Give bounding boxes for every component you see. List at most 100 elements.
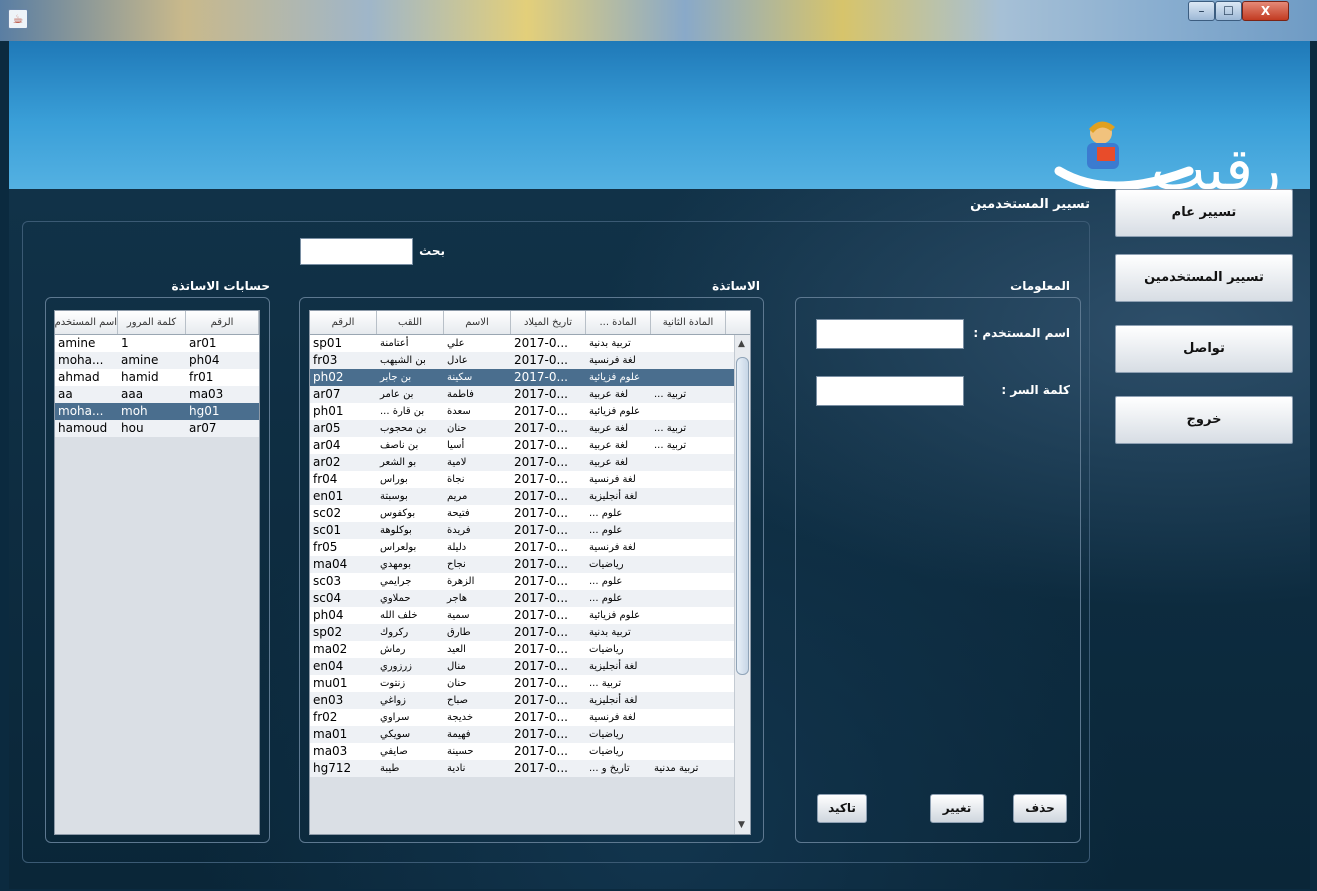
table-row[interactable]: sc04 حملاوي هاجر 2017-0... علوم ... — [310, 590, 734, 607]
app-header: رقيب — [9, 41, 1310, 203]
column-header[interactable]: المادة الثانية — [651, 311, 726, 334]
password-label: كلمة السر : — [1001, 383, 1070, 397]
table-row[interactable]: ar05 بن محجوب حنان 2017-0... لغة عربية تربية … — [310, 420, 734, 437]
table-row[interactable]: fr05 بولعراس دليلة 2017-0... لغة فرنسية — [310, 539, 734, 556]
column-header[interactable]: المادة ... — [586, 311, 651, 334]
table-row[interactable]: ma02 رماش العيد 2017-0... رياضيات — [310, 641, 734, 658]
nav-exit-button[interactable]: خروج — [1115, 396, 1293, 444]
table-cell: ph04 — [313, 608, 344, 622]
table-cell: علوم فزيائية — [589, 610, 641, 621]
table-row[interactable]: ma01 سويكي فهيمة 2017-0... رياضيات — [310, 726, 734, 743]
table-cell: sc01 — [313, 523, 342, 537]
table-cell: fr01 — [189, 370, 214, 384]
table-row[interactable]: sc02 بوكفوس فتيحة 2017-0... علوم ... — [310, 505, 734, 522]
table-row[interactable]: ph01 بن قارة ... سعدة 2017-0... علوم فزيائية — [310, 403, 734, 420]
nav-general-button[interactable]: تسيير عام — [1115, 189, 1293, 237]
change-button[interactable]: تغيير — [930, 794, 984, 823]
table-cell — [651, 658, 726, 675]
table-cell: تربية ... — [654, 389, 687, 400]
table-cell: لغة عربية — [589, 457, 629, 468]
accounts-table-body: amine 1 ar01 moha... amine ph04 ahmad hamid fr01… — [55, 335, 259, 437]
table-row[interactable]: en01 بوسبتة مريم 2017-0... لغة أنجليزية — [310, 488, 734, 505]
table-cell: زواغي — [380, 695, 407, 706]
table-row[interactable]: aa aaa ma03 — [55, 386, 259, 403]
nav-contact-button[interactable]: تواصل — [1115, 325, 1293, 373]
table-cell: 2017-0... — [514, 659, 568, 673]
table-cell — [651, 726, 726, 743]
teachers-table[interactable]: الرقم اللقب الاسم تاريخ الميلاد المادة ... ال… — [309, 310, 751, 835]
table-cell — [651, 675, 726, 692]
table-row[interactable]: ahmad hamid fr01 — [55, 369, 259, 386]
table-cell: hamoud — [58, 421, 108, 435]
password-field[interactable] — [816, 376, 964, 406]
column-header[interactable]: الاسم — [444, 311, 511, 334]
table-row[interactable]: sc03 جرايمي الزهرة 2017-0... علوم ... — [310, 573, 734, 590]
table-row[interactable]: ph04 خلف الله سمية 2017-0... علوم فزيائية — [310, 607, 734, 624]
column-header[interactable]: اسم المستخدم — [55, 311, 118, 334]
search-input[interactable] — [300, 238, 413, 265]
table-row[interactable]: ph02 بن جابر سكينة 2017-0... علوم فزيائية — [310, 369, 734, 386]
table-cell: ma03 — [313, 744, 348, 758]
info-panel-title: المعلومات — [1010, 279, 1070, 293]
column-header[interactable]: اللقب — [377, 311, 444, 334]
table-cell — [651, 522, 726, 539]
scroll-down-icon[interactable]: ▼ — [738, 820, 745, 830]
table-cell: حملاوي — [380, 593, 411, 604]
scroll-up-icon[interactable]: ▲ — [738, 339, 745, 349]
table-row[interactable]: fr02 سراوي خديجة 2017-0... لغة فرنسية — [310, 709, 734, 726]
table-row[interactable]: moha... amine ph04 — [55, 352, 259, 369]
table-cell: 2017-0... — [514, 642, 568, 656]
table-row[interactable]: en04 زرزوري منال 2017-0... لغة أنجليزية — [310, 658, 734, 675]
table-row[interactable]: ar02 بو الشعر لامية 2017-0... لغة عربية — [310, 454, 734, 471]
table-row[interactable]: hamoud hou ar07 — [55, 420, 259, 437]
table-cell: 2017-0... — [514, 353, 568, 367]
username-field[interactable] — [816, 319, 964, 349]
table-cell: en01 — [313, 489, 344, 503]
table-cell: ar02 — [313, 455, 341, 469]
table-row[interactable]: ar07 بن عامر فاطمة 2017-0... لغة عربية تربية … — [310, 386, 734, 403]
table-row[interactable]: amine 1 ar01 — [55, 335, 259, 352]
delete-button[interactable]: حذف — [1013, 794, 1067, 823]
table-cell: علوم ... — [589, 576, 623, 587]
table-row[interactable]: fr04 بوراس نجاة 2017-0... لغة فرنسية — [310, 471, 734, 488]
table-row[interactable]: hg712 طيبة نادية 2017-0... تاريخ و ... تربية … — [310, 760, 734, 777]
column-header[interactable]: الرقم — [310, 311, 377, 334]
table-cell: 2017-0... — [514, 744, 568, 758]
accounts-table[interactable]: اسم المستخدم كلمة المرور الرقم amine 1 ar01 m… — [54, 310, 260, 835]
table-cell: ph02 — [313, 370, 344, 384]
table-cell — [651, 471, 726, 488]
table-cell: ركروك — [380, 627, 409, 638]
table-cell: زنتوت — [380, 678, 406, 689]
table-row[interactable]: ma04 بومهدي نجاح 2017-0... رياضيات — [310, 556, 734, 573]
table-cell — [651, 590, 726, 607]
scroll-thumb[interactable] — [736, 357, 749, 675]
column-header[interactable]: الرقم — [186, 311, 259, 334]
nav-users-button[interactable]: تسيير المستخدمين — [1115, 254, 1293, 302]
maximize-button[interactable]: ☐ — [1215, 1, 1242, 21]
table-row[interactable]: mu01 زنتوت حنان 2017-0... تربية ... — [310, 675, 734, 692]
table-row[interactable]: en03 زواغي صباح 2017-0... لغة أنجليزية — [310, 692, 734, 709]
table-cell: لغة أنجليزية — [589, 661, 638, 672]
teachers-table-scrollbar[interactable]: ▲ ▼ — [734, 335, 750, 834]
table-row[interactable]: ma03 صايفي حسينة 2017-0... رياضيات — [310, 743, 734, 760]
table-cell: مريم — [447, 491, 468, 502]
column-header[interactable]: كلمة المرور — [118, 311, 186, 334]
table-row[interactable]: sp01 أعتامنة علي 2017-0... تربية بدنية — [310, 335, 734, 352]
table-cell: تربية بدنية — [589, 338, 631, 349]
confirm-button[interactable]: تاكيد — [817, 794, 867, 823]
table-cell: 2017-0... — [514, 404, 568, 418]
table-cell: ph01 — [313, 404, 344, 418]
table-row[interactable]: sp02 ركروك طارق 2017-0... تربية بدنية — [310, 624, 734, 641]
table-row[interactable]: ar04 بن ناصف أسيا 2017-0... لغة عربية تربية .… — [310, 437, 734, 454]
table-cell: لغة عربية — [589, 440, 629, 451]
table-cell: رياضيات — [589, 644, 624, 655]
table-row[interactable]: sc01 بوكلوهة فريدة 2017-0... علوم ... — [310, 522, 734, 539]
table-cell: سكينة — [447, 372, 473, 383]
table-row[interactable]: fr03 بن الشيهب عادل 2017-0... لغة فرنسية — [310, 352, 734, 369]
column-header[interactable]: تاريخ الميلاد — [511, 311, 586, 334]
table-cell: بو الشعر — [380, 457, 417, 468]
minimize-button[interactable]: – — [1188, 1, 1215, 21]
close-button[interactable]: X — [1242, 1, 1289, 21]
table-row[interactable]: moha... moh hg01 — [55, 403, 259, 420]
table-cell: moha... — [58, 353, 104, 367]
